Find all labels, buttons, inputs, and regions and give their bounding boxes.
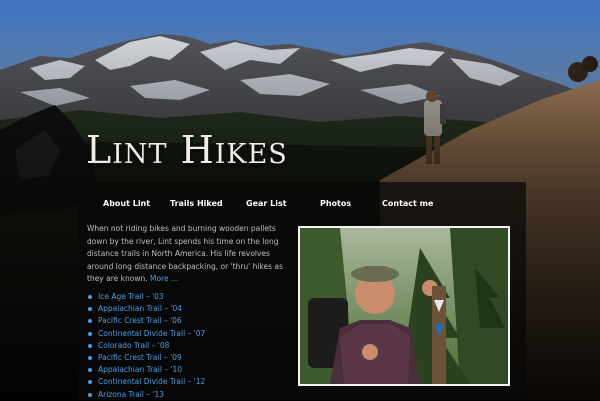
trail-link[interactable]: Pacific Crest Trail – '06	[88, 315, 205, 327]
main-nav: About Lint Trails Hiked Gear List Photos…	[78, 190, 526, 216]
hiker-photo[interactable]	[298, 226, 510, 386]
trail-link[interactable]: Colorado Trail – '08	[88, 340, 205, 352]
intro-body: When not riding bikes and burning wooden…	[87, 224, 283, 283]
trail-link[interactable]: Appalachian Trail – '10	[88, 364, 205, 376]
nav-item-about-lint[interactable]: About Lint	[103, 199, 150, 208]
trail-link[interactable]: Arizona Trail – '13	[88, 389, 205, 401]
trail-link[interactable]: Continental Divide Trail – '07	[88, 328, 205, 340]
trails-list: Ice Age Trail – '03 Appalachian Trail – …	[88, 291, 205, 401]
site-title[interactable]: Lint Hikes	[86, 128, 288, 172]
trail-link[interactable]: Pacific Crest Trail – '09	[88, 352, 205, 364]
nav-item-contact-me[interactable]: Contact me	[382, 199, 433, 208]
nav-item-photos[interactable]: Photos	[320, 199, 351, 208]
trail-link[interactable]: Continental Divide Trail – '12	[88, 376, 205, 388]
nav-item-trails-hiked[interactable]: Trails Hiked	[170, 199, 223, 208]
trail-link[interactable]: Appalachian Trail – '04	[88, 303, 205, 315]
trail-link[interactable]: Ice Age Trail – '03	[88, 291, 205, 303]
more-link[interactable]: More …	[150, 274, 178, 283]
intro-text: When not riding bikes and burning wooden…	[87, 223, 292, 286]
nav-item-gear-list[interactable]: Gear List	[246, 199, 287, 208]
